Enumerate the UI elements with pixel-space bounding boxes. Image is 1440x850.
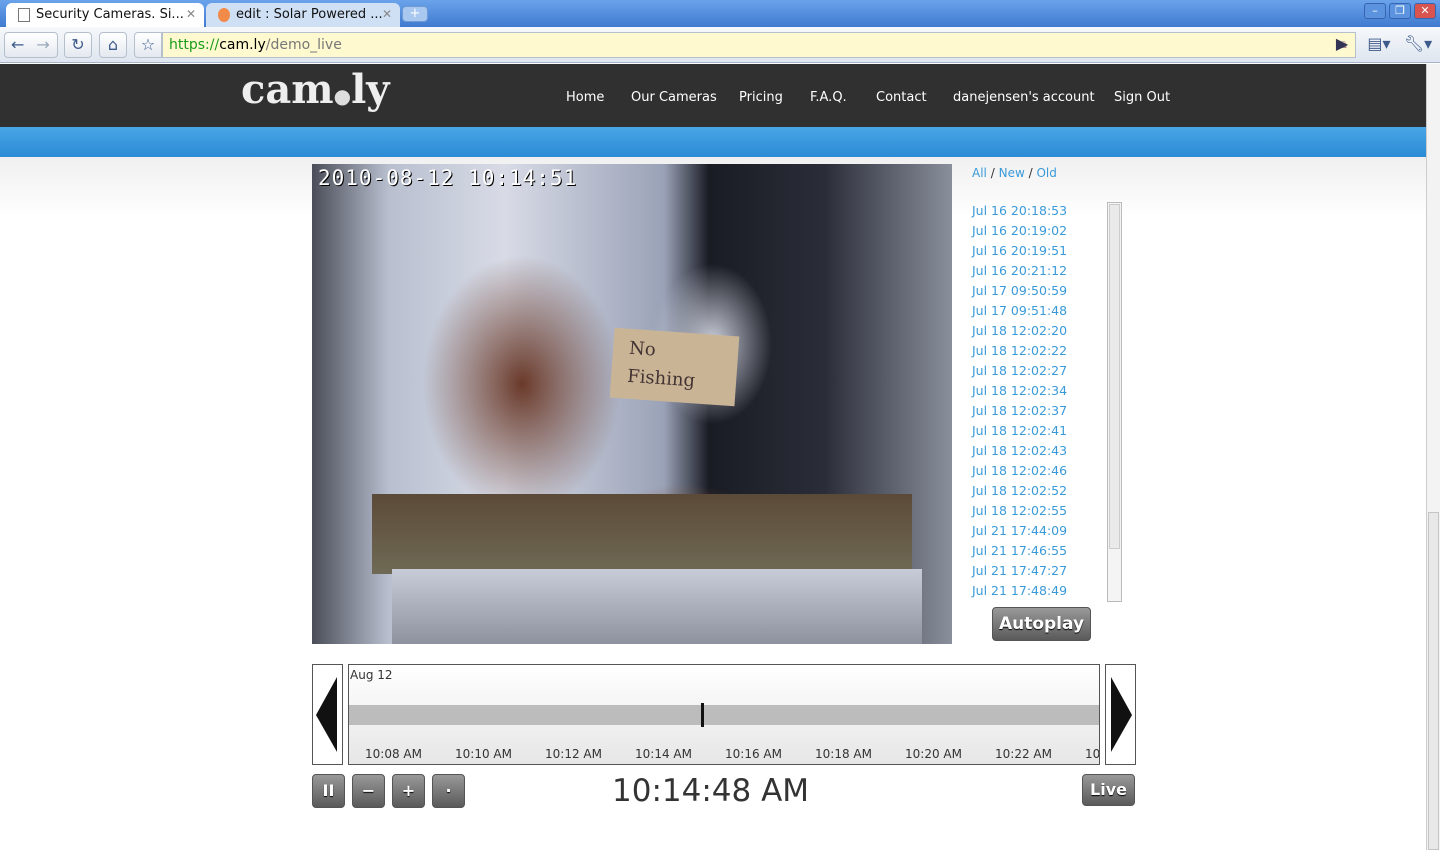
blue-banner: [0, 127, 1426, 157]
snapshot-link[interactable]: Jul 18 12:02:22: [972, 344, 1072, 364]
restore-button[interactable]: ❐: [1389, 3, 1411, 19]
url-scheme: https://: [169, 37, 220, 53]
snapshot-link[interactable]: Jul 18 12:02:34: [972, 384, 1072, 404]
plants: [422, 254, 622, 514]
page-scrollbar[interactable]: [1426, 64, 1440, 850]
close-window-button[interactable]: ✕: [1414, 3, 1436, 19]
snapshot-link[interactable]: Jul 18 12:02:41: [972, 424, 1072, 444]
snapshot-list: Jul 16 20:18:53 Jul 16 20:19:02 Jul 16 20:…: [972, 204, 1072, 604]
site-header: cam●ly Home Our Cameras Pricing F.A.Q. C…: [0, 64, 1426, 127]
snapshot-list-scrollbar[interactable]: [1107, 202, 1122, 602]
reload-button[interactable]: ↻: [64, 32, 92, 58]
autoplay-button[interactable]: Autoplay: [992, 607, 1091, 641]
tab-title: edit : Solar Powered ...: [236, 7, 383, 22]
snapshot-link[interactable]: Jul 18 12:02:46: [972, 464, 1072, 484]
tank-base: [392, 569, 922, 644]
timeline-tick-label: 10:18 AM: [815, 747, 872, 761]
zoom-out-button[interactable]: −: [352, 774, 385, 808]
camera-video-feed[interactable]: No Fishing 2010-08-12 10:14:51: [312, 164, 952, 644]
address-bar[interactable]: https://cam.ly/demo_live 🔒︎: [162, 32, 1356, 58]
timeline-tick-label: 10:12 AM: [545, 747, 602, 761]
timeline-tick-label: 10:16 AM: [725, 747, 782, 761]
snapshot-link[interactable]: Jul 18 12:02:37: [972, 404, 1072, 424]
timeline-track[interactable]: [349, 705, 1099, 725]
snapshot-link[interactable]: Jul 16 20:19:51: [972, 244, 1072, 264]
close-tab-icon[interactable]: ✕: [186, 7, 196, 21]
filter-all[interactable]: All: [972, 166, 987, 180]
snapshot-link[interactable]: Jul 18 12:02:20: [972, 324, 1072, 344]
filter-new[interactable]: New: [999, 166, 1025, 180]
snapshot-link[interactable]: Jul 21 17:46:55: [972, 544, 1072, 564]
arrow-left-icon: [316, 677, 337, 752]
snapshot-link[interactable]: Jul 18 12:02:55: [972, 504, 1072, 524]
forward-icon[interactable]: →: [36, 35, 49, 54]
nav-contact[interactable]: Contact: [876, 90, 927, 105]
nav-our-cameras[interactable]: Our Cameras: [631, 90, 717, 105]
timeline-date: Aug 12: [350, 668, 393, 682]
center-button[interactable]: ·: [432, 774, 465, 808]
timeline-next-button[interactable]: [1105, 664, 1136, 765]
gravel: [372, 494, 912, 574]
url-host: cam.ly: [219, 37, 266, 53]
site-favicon-icon: [218, 8, 230, 22]
nav-sign-out[interactable]: Sign Out: [1114, 90, 1170, 105]
tab-title: Security Cameras. Si...: [36, 7, 184, 22]
tab-security-cameras[interactable]: Security Cameras. Si... ✕: [6, 3, 204, 27]
browser-tab-bar: Security Cameras. Si... ✕ edit : Solar P…: [0, 0, 1440, 27]
page-scrollbar-thumb[interactable]: [1428, 512, 1439, 850]
nav-pricing[interactable]: Pricing: [739, 90, 783, 105]
snapshot-link[interactable]: Jul 21 17:44:09: [972, 524, 1072, 544]
pause-button[interactable]: II: [312, 774, 345, 808]
separator: /: [990, 166, 995, 180]
nav-faq[interactable]: F.A.Q.: [810, 90, 847, 105]
nav-account[interactable]: danejensen's account: [953, 90, 1095, 105]
page-icon: [18, 8, 30, 22]
snapshot-link[interactable]: Jul 16 20:21:12: [972, 264, 1072, 284]
zoom-in-button[interactable]: +: [392, 774, 425, 808]
wrench-menu-icon[interactable]: 🔧︎▾: [1402, 32, 1434, 58]
tab-edit-solar[interactable]: edit : Solar Powered ... ✕: [206, 3, 400, 27]
timeline-prev-button[interactable]: [312, 664, 343, 765]
snapshot-link[interactable]: Jul 18 12:02:27: [972, 364, 1072, 384]
page-menu-icon[interactable]: ▤▾: [1364, 32, 1394, 58]
snapshot-link[interactable]: Jul 18 12:02:52: [972, 484, 1072, 504]
snapshot-link[interactable]: Jul 16 20:18:53: [972, 204, 1072, 224]
snapshot-link[interactable]: Jul 21 17:48:49: [972, 584, 1072, 604]
back-button[interactable]: ← →: [4, 32, 58, 58]
snapshot-link[interactable]: Jul 21 17:47:27: [972, 564, 1072, 584]
camly-logo[interactable]: cam●ly: [241, 66, 390, 113]
timeline-tick-label: 10:22 AM: [995, 747, 1052, 761]
live-button[interactable]: Live: [1082, 774, 1135, 806]
no-fishing-sign: No Fishing: [609, 327, 740, 407]
nav-home[interactable]: Home: [566, 90, 604, 105]
timeline-tick-label: 10:10 AM: [455, 747, 512, 761]
timeline-tick-label: 10:08 AM: [365, 747, 422, 761]
filter-old[interactable]: Old: [1036, 166, 1056, 180]
snapshot-link[interactable]: Jul 17 09:51:48: [972, 304, 1072, 324]
snapshot-link[interactable]: Jul 18 12:02:43: [972, 444, 1072, 464]
separator: /: [1028, 166, 1033, 180]
bookmark-star-icon[interactable]: ☆: [134, 32, 162, 58]
home-button[interactable]: ⌂: [99, 32, 127, 58]
current-time: 10:14:48 AM: [612, 773, 810, 809]
url-path: /demo_live: [265, 37, 342, 53]
close-tab-icon[interactable]: ✕: [382, 7, 392, 21]
timeline[interactable]: Aug 12 10:08 AM 10:10 AM 10:12 AM 10:14 AM 1…: [348, 664, 1100, 765]
arrow-right-icon: [1111, 677, 1132, 752]
timeline-tick-label: 10: [1085, 747, 1100, 761]
video-timestamp: 2010-08-12 10:14:51: [318, 166, 578, 190]
new-tab-button[interactable]: +: [402, 6, 428, 22]
scrollbar-thumb[interactable]: [1109, 204, 1120, 549]
timeline-tick-label: 10:14 AM: [635, 747, 692, 761]
snapshot-link[interactable]: Jul 17 09:50:59: [972, 284, 1072, 304]
snapshot-filters: All / New / Old: [972, 166, 1057, 180]
go-button[interactable]: ▶: [1328, 32, 1356, 58]
snapshot-link[interactable]: Jul 16 20:19:02: [972, 224, 1072, 244]
minimize-button[interactable]: –: [1364, 3, 1386, 19]
timeline-cursor[interactable]: [701, 703, 704, 727]
timeline-tick-label: 10:20 AM: [905, 747, 962, 761]
browser-toolbar: ← → ↻ ⌂ ☆ https://cam.ly/demo_live 🔒︎ ▶ ▤…: [0, 27, 1440, 63]
